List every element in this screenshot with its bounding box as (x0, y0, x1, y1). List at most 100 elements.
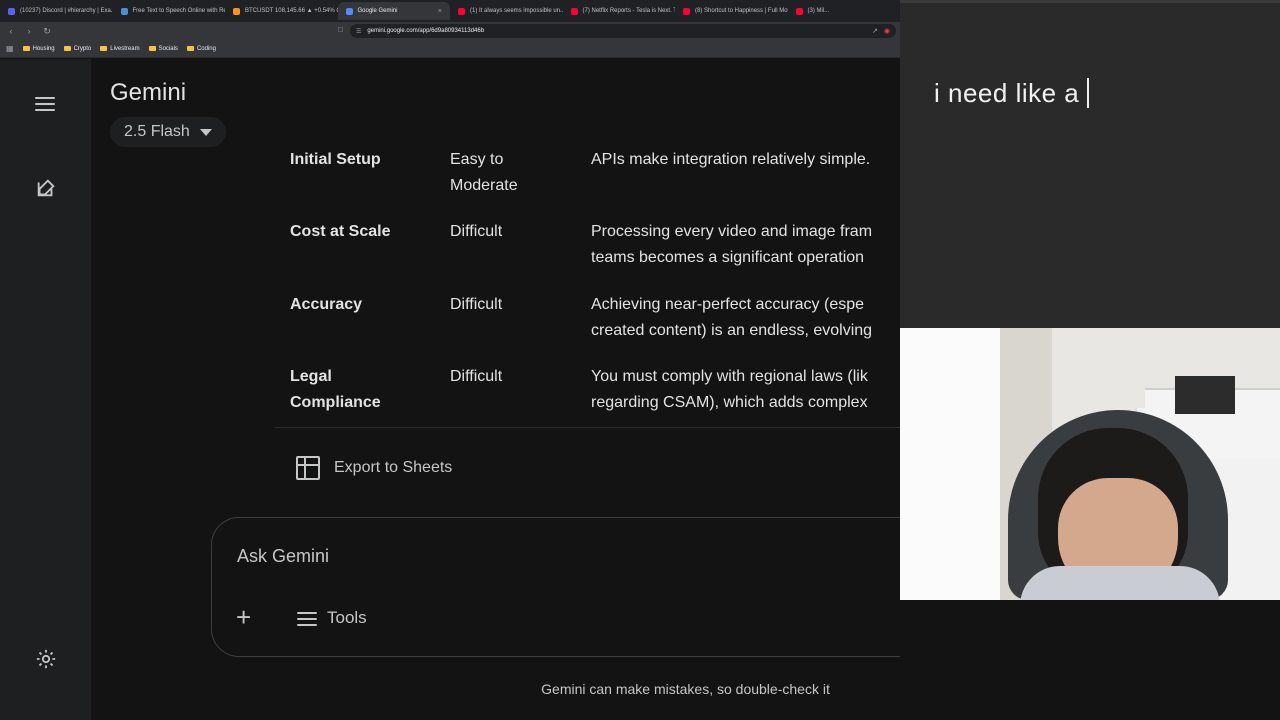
tab-label: BTCUSDT 108,145.66 ▲ +0.54% Cry... (245, 8, 338, 14)
webcam-speaker (1175, 376, 1235, 414)
tab-label: Google Gemini (357, 8, 398, 14)
model-label: 2.5 Flash (124, 123, 190, 140)
typed-text-value: i need like a (934, 78, 1080, 108)
bookmark-label: Socials (158, 45, 178, 52)
text-cursor (1087, 78, 1090, 108)
browser-toolbar: ‹ › ↻ □ ☰ gemini.google.com/app/6d9a8093… (0, 22, 900, 40)
row-aspect: Initial Setup (290, 147, 440, 173)
extension-icon[interactable]: ◉ (884, 27, 890, 35)
prompt-input[interactable]: Ask Gemini (237, 546, 329, 567)
menu-icon[interactable] (35, 97, 55, 111)
tab-label: (1) It always seems impossible un... (470, 8, 563, 14)
caption-overlay: i need like a (900, 0, 1280, 328)
tab-favicon-icon (345, 7, 353, 15)
prompt-composer[interactable]: Ask Gemini + Tools (211, 517, 900, 657)
browser-tab[interactable]: (8) Shortcut to Happiness | Full Mov... (675, 2, 788, 20)
disclaimer-text: Gemini can make mistakes, so double-chec… (541, 681, 830, 697)
row-difficulty-line: Moderate (450, 177, 518, 194)
bookmark-label: Coding (196, 45, 216, 52)
row-aspect-line: Cost at Scale (290, 223, 391, 240)
bookmark-folder[interactable]: Livestream (100, 45, 140, 52)
reload-icon[interactable]: ↻ (40, 26, 54, 37)
row-difficulty: Difficult (450, 219, 580, 245)
row-aspect-line: Initial Setup (290, 151, 381, 168)
table-divider (275, 427, 900, 428)
forward-icon[interactable]: › (22, 26, 36, 36)
sidebar-rail (0, 59, 91, 720)
bookmark-icon[interactable]: □ (338, 25, 343, 34)
export-label: Export to Sheets (334, 459, 453, 476)
app-title: Gemini (110, 79, 187, 106)
tab-label: (7) Netflix Reports - Tesla is Next. Tru… (582, 8, 676, 14)
chevron-down-icon (199, 128, 212, 136)
row-aspect-line: Accuracy (290, 296, 363, 313)
row-detail-line: Processing every video and image fram (591, 223, 873, 240)
tools-label: Tools (327, 608, 367, 627)
folder-icon (148, 46, 156, 51)
browser-tab[interactable]: BTCUSDT 108,145.66 ▲ +0.54% Cry... (225, 2, 338, 20)
tab-favicon-icon (570, 7, 578, 15)
browser-tab[interactable]: (10237) Discord | #hierarchy | Exa... (0, 2, 113, 20)
tab-favicon-icon (233, 7, 240, 15)
back-icon[interactable]: ‹ (4, 26, 18, 36)
share-icon[interactable]: ↗ (872, 27, 878, 35)
typed-text: i need like a (934, 78, 1090, 109)
row-difficulty-line: Difficult (450, 368, 503, 385)
browser-tab[interactable]: Google Gemini × (337, 2, 450, 20)
export-to-sheets-button[interactable]: Export to Sheets (296, 456, 452, 480)
row-detail-line: Achieving near-perfect accuracy (espe (591, 296, 865, 313)
tools-icon (297, 610, 317, 626)
address-bar[interactable]: □ ☰ gemini.google.com/app/6d9a80934113d4… (338, 24, 896, 38)
model-selector[interactable]: 2.5 Flash (110, 117, 226, 147)
row-difficulty: Difficult (450, 364, 580, 390)
row-detail: Achieving near-perfect accuracy (espe cre… (591, 292, 900, 344)
row-difficulty: Difficult (450, 292, 580, 318)
tab-favicon-icon (120, 7, 128, 15)
bookmark-folder[interactable]: Crypto (63, 45, 92, 52)
bookmark-label: Livestream (110, 45, 140, 52)
url-text: gemini.google.com/app/6d9a80934113d46b (367, 28, 485, 34)
browser-tab[interactable]: (7) Netflix Reports - Tesla is Next. Tru… (563, 2, 676, 20)
screen: (10237) Discord | #hierarchy | Exa... Fre… (0, 0, 1280, 720)
row-detail-line: teams becomes a significant operation (591, 249, 865, 266)
new-chat-icon[interactable] (35, 177, 57, 199)
row-aspect: Legal Compliance (290, 364, 440, 416)
browser-tab[interactable]: (1) It always seems impossible un... (450, 2, 563, 20)
tab-label: Free Text to Speech Online with Re... (132, 8, 226, 14)
bookmark-folder[interactable]: Socials (148, 45, 178, 52)
tab-favicon-icon (795, 7, 803, 15)
row-detail-line: APIs make integration relatively simple. (591, 151, 871, 168)
add-icon[interactable]: + (236, 604, 251, 630)
folder-icon (63, 46, 71, 51)
row-detail: You must comply with regional laws (lik r… (591, 364, 900, 416)
folder-icon (22, 46, 30, 51)
row-detail: APIs make integration relatively simple. (591, 147, 900, 173)
apps-grid-icon[interactable]: ▦ (6, 44, 14, 53)
bookmark-folder[interactable]: Housing (22, 46, 55, 52)
webcam-person-shirt (1020, 566, 1220, 600)
row-difficulty-line: Easy to (450, 151, 504, 168)
overlay-top-border (900, 0, 1280, 3)
folder-icon (186, 46, 194, 51)
tab-favicon-icon (683, 7, 690, 15)
row-aspect: Cost at Scale (290, 219, 440, 245)
row-detail-line: You must comply with regional laws (lik (591, 368, 868, 385)
sheets-icon (296, 456, 320, 480)
bookmark-label: Crypto (73, 45, 92, 52)
row-aspect-line: Compliance (290, 394, 381, 411)
browser-tab[interactable]: (3) Mil... (788, 2, 901, 20)
browser-tab[interactable]: Free Text to Speech Online with Re... (113, 2, 226, 20)
webcam-feed (900, 328, 1280, 600)
webcam-wall (900, 328, 1000, 600)
row-detail-line: regarding CSAM), which adds complex (591, 394, 868, 411)
folder-icon (100, 46, 108, 51)
tools-button[interactable]: Tools (297, 608, 367, 628)
row-aspect-line: Legal (290, 368, 332, 385)
tab-close-icon[interactable]: × (438, 8, 442, 15)
settings-icon[interactable] (35, 648, 57, 670)
main-panel: Gemini 2.5 Flash Initial Setup Easy to Mod… (91, 59, 900, 720)
row-detail: Processing every video and image fram tea… (591, 219, 900, 271)
row-detail-line: created content) is an endless, evolving (591, 322, 873, 339)
site-info-icon[interactable]: ☰ (356, 28, 361, 35)
bookmark-folder[interactable]: Coding (186, 45, 216, 52)
